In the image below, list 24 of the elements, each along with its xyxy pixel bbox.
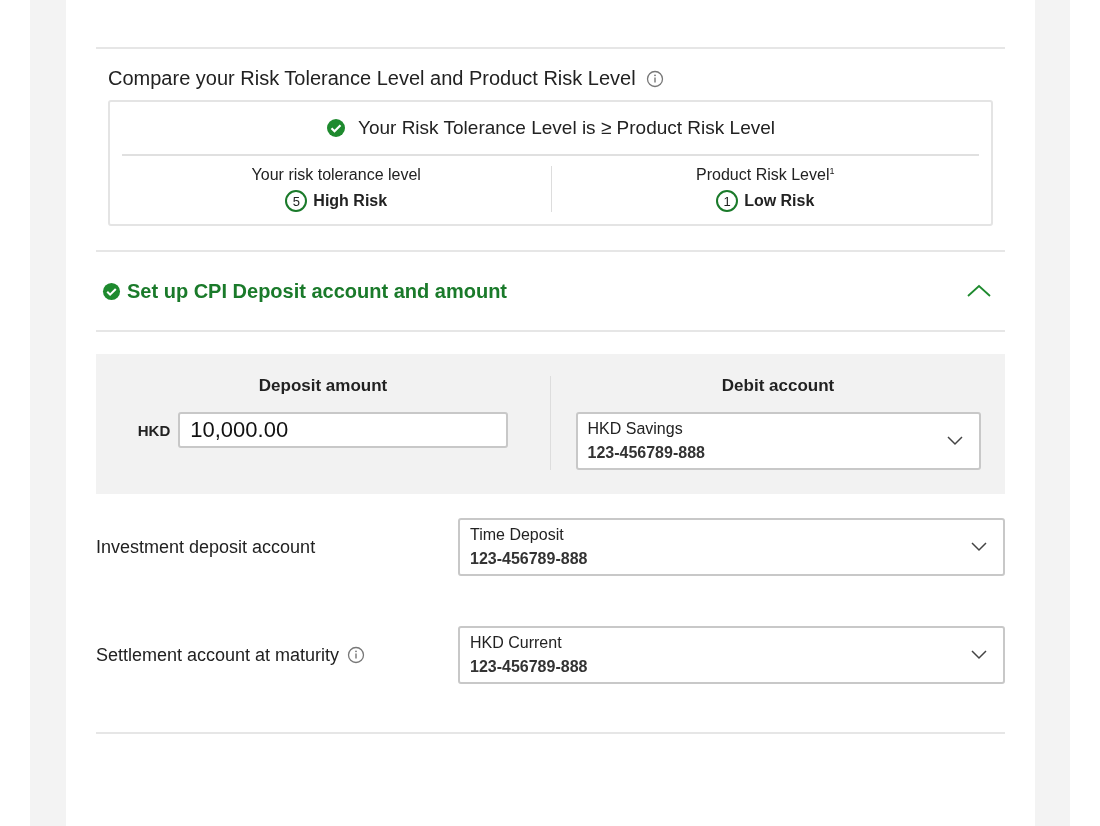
section-title: Set up CPI Deposit account and amount bbox=[127, 279, 509, 303]
compare-title: Compare your Risk Tolerance Level and Product Risk Level bbox=[108, 67, 636, 90]
account-label: Settlement account at maturity bbox=[96, 644, 340, 666]
account-label: Investment deposit account bbox=[96, 536, 316, 558]
level-value: Low Risk bbox=[744, 192, 815, 210]
amount-input-field[interactable]: 10,000.00 bbox=[178, 412, 509, 448]
level-label: Product Risk Level$^{1}$ bbox=[696, 166, 835, 184]
currency-label: HKD bbox=[137, 421, 171, 439]
level-number-badge: 5 bbox=[285, 190, 308, 212]
chevron-down-icon bbox=[971, 542, 987, 552]
info-icon[interactable] bbox=[347, 646, 366, 664]
deposit-amount-label: Deposit amount bbox=[258, 376, 388, 396]
result-text: Your Risk Tolerance Level is ≥ Product Risk Level bbox=[358, 117, 775, 139]
chevron-down-icon bbox=[971, 650, 987, 660]
chevron-down-icon bbox=[946, 436, 963, 446]
level-number-badge: 1 bbox=[716, 190, 739, 212]
account-dropdown[interactable]: Time Deposit 123-456789-888 bbox=[458, 518, 1005, 576]
account-dropdown[interactable]: HKD Current 123-456789-888 bbox=[458, 626, 1005, 684]
level-label: Your risk tolerance level bbox=[251, 166, 421, 184]
debit-account-dropdown[interactable]: HKD Savings 123-456789-888 bbox=[575, 412, 981, 470]
debit-account-label: Debit account bbox=[721, 376, 835, 396]
level-value: High Risk bbox=[313, 192, 388, 210]
info-icon[interactable] bbox=[645, 69, 664, 88]
collapse-chevron-icon[interactable] bbox=[967, 284, 991, 298]
